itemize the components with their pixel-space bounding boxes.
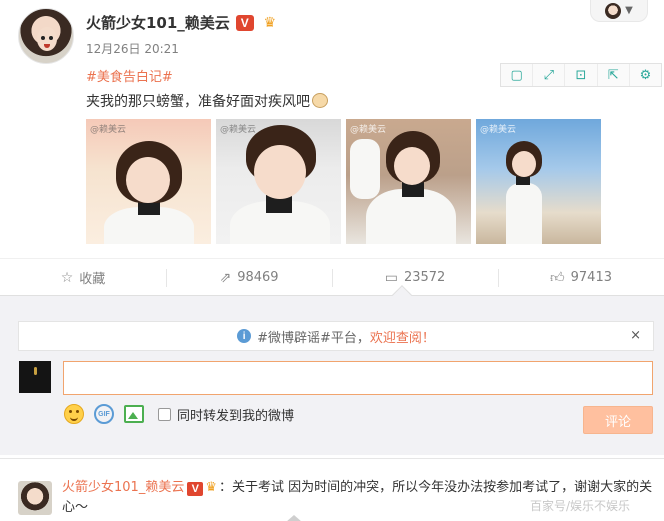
- comment-count: 23572: [403, 270, 446, 285]
- post-photo-4[interactable]: @赖美云: [476, 119, 601, 244]
- current-user-avatar: [19, 361, 51, 393]
- post-photo-3[interactable]: @赖美云: [346, 119, 471, 244]
- cat-emoji-icon: [312, 93, 328, 108]
- repost-count: 98469: [237, 270, 279, 285]
- rumor-notice: i #微博辟谣#平台， 欢迎查阅！ ×: [18, 321, 654, 351]
- post-text-content: 夹我的那只螃蟹，准备好面对疾风吧: [86, 94, 310, 110]
- post-time[interactable]: 12月26日 20:21: [86, 40, 179, 57]
- save-icon[interactable]: ⊡: [565, 64, 598, 86]
- author-avatar[interactable]: [18, 8, 74, 64]
- comment-author-name[interactable]: 火箭少女101_赖美云: [62, 480, 184, 495]
- crown-icon: ♛: [205, 480, 217, 495]
- gif-icon[interactable]: GIF: [94, 404, 114, 424]
- info-icon: i: [237, 329, 252, 343]
- thumbs-up-icon: 👍︎: [550, 270, 565, 286]
- comment-button[interactable]: ▭ 23572: [332, 259, 498, 296]
- favorite-label: 收藏: [79, 272, 106, 287]
- repost-option[interactable]: 同时转发到我的微博: [158, 405, 294, 424]
- share-icon[interactable]: ⇱: [598, 64, 630, 86]
- author-name[interactable]: 火箭少女101_赖美云: [86, 12, 230, 33]
- close-icon[interactable]: ×: [630, 328, 641, 343]
- post-photo-2[interactable]: @赖美云: [216, 119, 341, 244]
- comment-author-avatar[interactable]: [18, 481, 52, 515]
- chevron-down-icon: ▼: [625, 5, 633, 16]
- repost-checkbox[interactable]: [158, 407, 171, 421]
- scroll-caret-icon: [286, 514, 302, 521]
- settings-icon[interactable]: ⚙: [630, 64, 661, 86]
- post-hashtag[interactable]: #美食告白记#: [86, 66, 173, 85]
- post-text: 夹我的那只螃蟹，准备好面对疾风吧: [86, 91, 328, 111]
- frame-icon[interactable]: ▢: [501, 64, 534, 86]
- verified-badge-icon: V: [187, 482, 204, 496]
- image-toolbar: ▢ ⤢ ⊡ ⇱ ⚙: [500, 63, 662, 87]
- verified-badge-icon: V: [235, 14, 254, 31]
- source-watermark: 百家号/娱乐不娱乐: [530, 499, 631, 513]
- repost-option-label: 同时转发到我的微博: [177, 408, 295, 424]
- notice-link[interactable]: 欢迎查阅！: [370, 327, 435, 346]
- repost-icon: ⇗: [219, 269, 232, 286]
- like-count: 97413: [570, 270, 612, 285]
- crown-icon: ♛: [263, 14, 277, 31]
- author-row: 火箭少女101_赖美云 V ♛: [86, 12, 280, 33]
- submit-comment-button[interactable]: 评论: [583, 406, 653, 434]
- photo-watermark: @赖美云: [90, 125, 127, 135]
- like-button[interactable]: 👍︎ 97413: [498, 259, 664, 296]
- image-icon[interactable]: [124, 405, 144, 423]
- user-avatar-icon: [605, 2, 622, 19]
- photo-grid: @赖美云 @赖美云 @赖美云 @赖美云: [86, 119, 601, 244]
- photo-watermark: @赖美云: [220, 125, 257, 135]
- repost-button[interactable]: ⇗ 98469: [166, 259, 332, 296]
- action-bar: ☆ 收藏 ⇗ 98469 ▭ 23572 👍︎ 97413: [0, 258, 664, 296]
- expand-icon[interactable]: ⤢: [533, 64, 566, 86]
- photo-watermark: @赖美云: [480, 125, 517, 135]
- comment-tools: GIF 同时转发到我的微博: [64, 404, 294, 424]
- star-icon: ☆: [60, 269, 74, 286]
- favorite-button[interactable]: ☆ 收藏: [0, 259, 166, 296]
- photo-watermark: @赖美云: [350, 125, 387, 135]
- comment-icon: ▭: [384, 269, 398, 286]
- post-photo-1[interactable]: @赖美云: [86, 119, 211, 244]
- notice-hashtag[interactable]: #微博辟谣#平台，: [257, 327, 370, 346]
- comment-input[interactable]: [63, 361, 653, 395]
- emoji-icon[interactable]: [64, 404, 84, 424]
- divider: [0, 458, 664, 459]
- account-menu[interactable]: ▼: [590, 0, 648, 22]
